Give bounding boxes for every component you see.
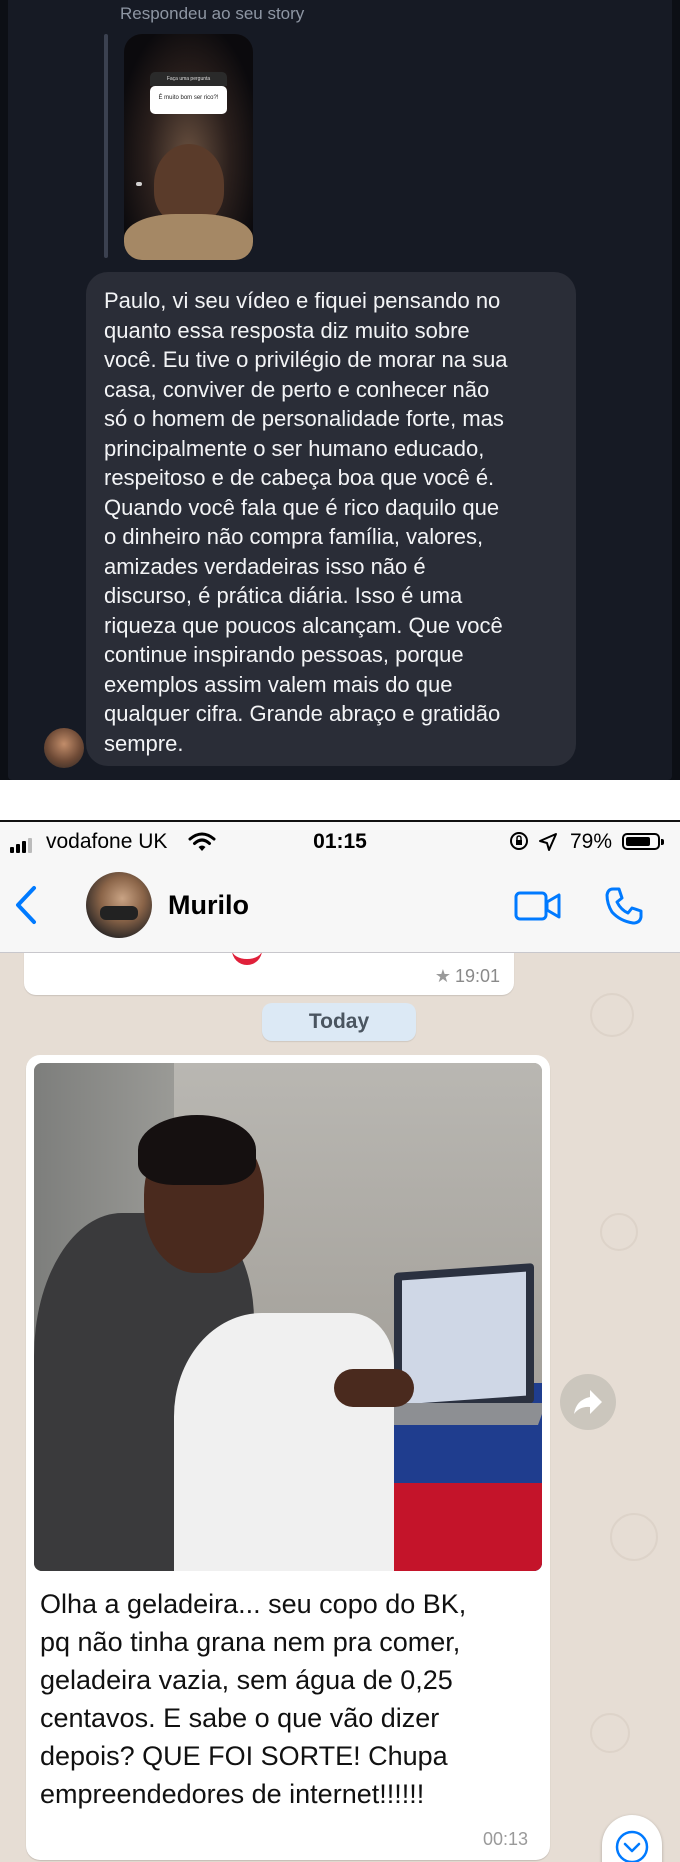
wallpaper-doodle <box>610 1513 658 1561</box>
message-line: riqueza que poucos alcançam. Que você <box>104 612 503 638</box>
photo-man-hand <box>334 1369 414 1407</box>
message-line: você. Eu tive o privilégio de morar na s… <box>104 347 508 372</box>
message-line: quanto essa resposta diz muito sobre <box>104 317 470 343</box>
rotation-lock-icon <box>510 832 528 850</box>
previous-message-time: 19:01 <box>454 966 500 986</box>
chevron-left-icon[interactable] <box>12 884 42 926</box>
caption-line: depois? QUE FOI SORTE! Chupa <box>40 1741 448 1771</box>
contact-name[interactable]: Murilo <box>168 890 249 921</box>
message-text: Paulo, vi seu vídeo e fiquei pensando no… <box>104 286 564 758</box>
forward-button[interactable] <box>560 1374 616 1430</box>
phone-icon[interactable] <box>604 886 644 926</box>
story-thumbnail[interactable]: Faça uma pergunta É muito bom ser rico?! <box>124 34 253 260</box>
message-line: principalmente o ser humano educado, <box>104 435 485 461</box>
message-time: 00:13 <box>482 1829 528 1849</box>
message-caption: Olha a geladeira... seu copo do BK, pq n… <box>40 1585 540 1813</box>
photo-man-shirt <box>174 1313 394 1571</box>
message-line: só o homem de personalidade forte, mas <box>104 406 504 431</box>
caption-line: geladeira vazia, sem água de 0,25 <box>40 1665 453 1695</box>
question-sticker-text: É muito bom ser rico?! <box>158 95 219 101</box>
story-person-head <box>154 144 224 224</box>
battery-icon <box>622 833 664 850</box>
contact-avatar[interactable] <box>86 872 152 938</box>
wallpaper-doodle <box>600 1213 638 1251</box>
photo-laptop-screen <box>394 1263 534 1413</box>
caption-line: pq não tinha grana nem pra comer, <box>40 1627 461 1657</box>
previous-message-bubble[interactable]: ★ 19:01 <box>24 953 514 995</box>
message-line: discurso, é prática diária. Isso é uma <box>104 583 463 608</box>
video-camera-icon[interactable] <box>514 890 562 922</box>
battery-percentage: 79% <box>570 830 613 853</box>
chevron-down-icon <box>615 1830 649 1862</box>
whatsapp-screenshot: vodafone UK 01:15 79% Murilo ★ 19:01 Tod… <box>0 822 680 1862</box>
wallpaper-doodle <box>590 993 634 1037</box>
screenshot-divider <box>0 780 680 824</box>
message-line: qualquer cifra. Grande abraço e gratidão <box>104 701 501 726</box>
chat-header: Murilo <box>0 860 680 953</box>
caption-line: empreendedores de internet!!!!!! <box>40 1779 425 1809</box>
scroll-to-bottom-button[interactable] <box>602 1815 662 1862</box>
message-line: sempre. <box>104 730 184 756</box>
story-light <box>136 182 142 186</box>
chat-area[interactable]: ★ 19:01 Today Olha a geladeira... seu cop… <box>0 953 680 1862</box>
caption-line: Olha a geladeira... seu copo do BK, <box>40 1589 467 1619</box>
message-line: exemplos assim valem mais do que <box>104 671 453 697</box>
message-line: continue inspirando pessoas, porque <box>104 642 464 667</box>
status-bar: vodafone UK 01:15 79% <box>0 822 680 860</box>
forward-arrow-icon <box>574 1390 602 1414</box>
story-reply-label: Respondeu ao seu story <box>120 4 305 23</box>
message-line: o dinheiro não compra família, valores, <box>104 524 484 549</box>
caption-line: centavos. E sabe o que vão dizer <box>40 1703 440 1733</box>
image-message-bubble[interactable]: Olha a geladeira... seu copo do BK, pq n… <box>26 1055 550 1860</box>
message-photo[interactable] <box>34 1063 542 1571</box>
instagram-dm-screenshot: Respondeu ao seu story Faça uma pergunta… <box>0 0 680 780</box>
message-line: respeitoso e de cabeça boa que você é. <box>104 465 495 490</box>
heart-emoji-icon <box>232 953 262 965</box>
previous-message-meta: ★ 19:01 <box>435 966 500 987</box>
message-line: Quando você fala que é rico daquilo que <box>104 494 500 520</box>
message-line: Paulo, vi seu vídeo e fiquei pensando no <box>104 288 501 313</box>
photo-man-hair <box>138 1115 256 1185</box>
question-sticker-header: Faça uma pergunta <box>150 72 227 86</box>
battery-fill <box>626 837 650 846</box>
location-arrow-icon <box>539 833 557 851</box>
story-person-body <box>124 214 253 260</box>
date-separator: Today <box>262 1003 416 1041</box>
question-sticker: Faça uma pergunta É muito bom ser rico?! <box>150 72 227 114</box>
star-icon: ★ <box>434 966 451 986</box>
sender-avatar[interactable] <box>44 728 84 768</box>
wallpaper-doodle <box>590 1713 630 1753</box>
reply-quote-bar <box>104 34 108 258</box>
message-line: amizades verdadeiras isso não é <box>104 553 426 579</box>
message-line: casa, conviver de perto e conhecer não <box>104 376 490 402</box>
